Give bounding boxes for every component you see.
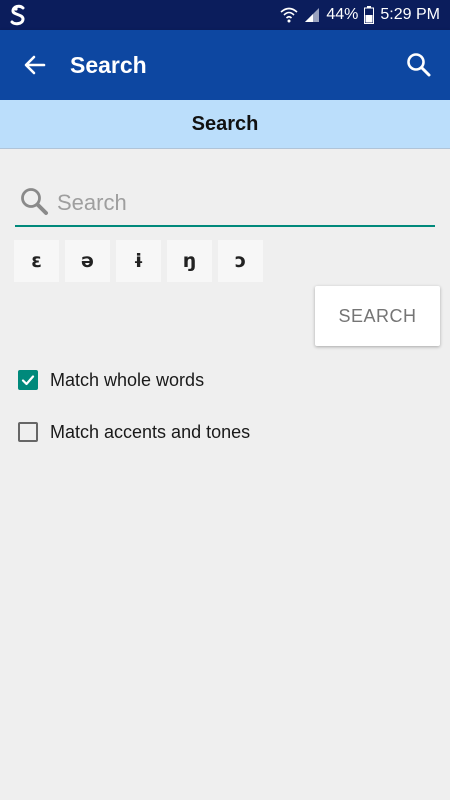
- char-key-schwa[interactable]: ə: [65, 240, 110, 282]
- char-key-open-e[interactable]: ɛ: [14, 240, 59, 282]
- special-char-keys: ɛ ə ɨ ŋ ɔ: [14, 240, 263, 282]
- checkbox-checked[interactable]: [18, 370, 38, 390]
- char-key-open-o[interactable]: ɔ: [218, 240, 263, 282]
- arrow-left-icon[interactable]: [20, 50, 50, 80]
- search-input[interactable]: [55, 184, 429, 222]
- battery-percent: 44%: [326, 6, 359, 23]
- search-icon[interactable]: [404, 50, 434, 80]
- checkbox-unchecked[interactable]: [18, 422, 38, 442]
- wifi-icon: [280, 7, 298, 23]
- section-title: Search: [191, 112, 259, 135]
- section-header: Search: [0, 100, 450, 149]
- signal-icon: [305, 8, 320, 22]
- option-label: Match whole words: [50, 369, 205, 390]
- search-field[interactable]: [15, 180, 435, 227]
- option-label: Match accents and tones: [50, 421, 251, 442]
- app-bar: Search: [0, 30, 450, 100]
- status-bar: 44% 5:29 PM: [0, 0, 450, 30]
- checkmark-icon: [21, 375, 35, 386]
- option-match-whole-words[interactable]: Match whole words: [18, 365, 204, 395]
- battery-icon: [364, 6, 375, 24]
- char-key-eng[interactable]: ŋ: [167, 240, 212, 282]
- app-logo-icon: [10, 4, 25, 26]
- app-bar-title: Search: [70, 52, 147, 78]
- char-key-barred-i[interactable]: ɨ: [116, 240, 161, 282]
- option-match-accents-tones[interactable]: Match accents and tones: [18, 417, 250, 447]
- search-button[interactable]: SEARCH: [315, 286, 440, 346]
- clock: 5:29 PM: [380, 6, 440, 23]
- magnifier-icon: [21, 188, 48, 215]
